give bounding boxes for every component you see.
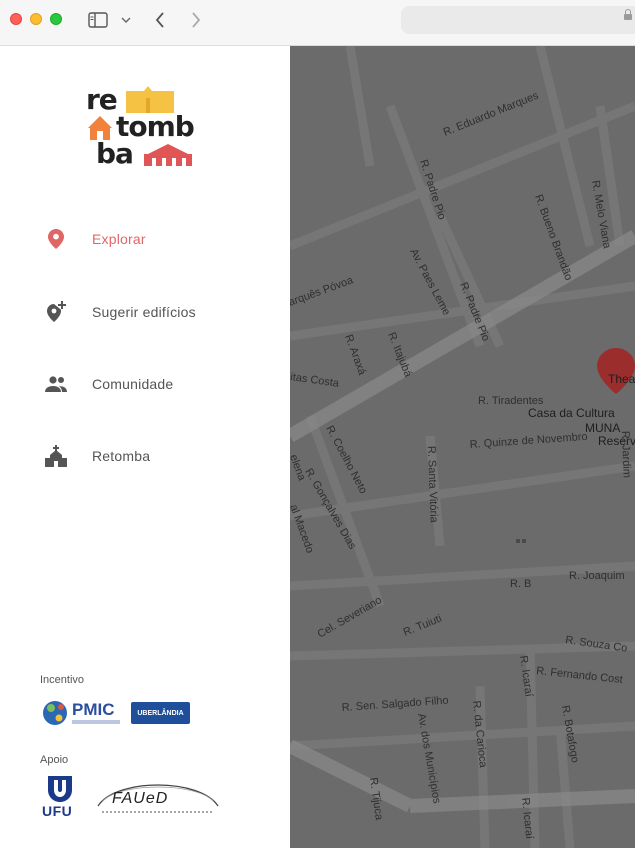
map-pin-icon[interactable] — [597, 348, 635, 394]
map-street-label: R. Santa Vitória — [425, 446, 440, 524]
browser-toolbar — [0, 0, 635, 46]
add-location-icon — [44, 300, 68, 324]
location-pin-icon — [44, 227, 68, 251]
close-window-button[interactable] — [10, 13, 22, 25]
map-canvas[interactable]: R. Eduardo MarquesR. Padre PioR. Bueno B… — [290, 46, 635, 848]
lock-icon — [624, 9, 632, 20]
nav-label-sugerir-edificios: Sugerir edifícios — [92, 304, 196, 320]
nav-item-retomba[interactable]: Retomba — [0, 436, 290, 476]
map-poi-label[interactable]: MUNA — [585, 421, 620, 435]
park-icon — [516, 539, 526, 543]
map-street-label: elena — [290, 453, 308, 483]
map-street-label: R. Fernando Cost — [536, 665, 624, 686]
chevron-down-icon[interactable] — [118, 9, 134, 31]
pmic-logo[interactable]: PMIC — [42, 696, 124, 730]
nav-item-explorar[interactable]: Explorar — [0, 219, 290, 259]
forward-button[interactable] — [186, 9, 206, 31]
ufu-logo[interactable]: UFU — [40, 776, 80, 820]
nav-label-explorar: Explorar — [92, 231, 146, 247]
maximize-window-button[interactable] — [50, 13, 62, 25]
uberlandia-logo[interactable]: UBERLÂNDIA — [131, 702, 190, 724]
retomba-logo[interactable]: re tomb ba — [86, 86, 196, 168]
map-street-label: arquês Póvoa — [290, 274, 356, 309]
map-street-label: R. Sen. Salgado Filho — [341, 695, 449, 714]
sidebar: re tomb ba Explorar Sugerir edifícios Co… — [0, 46, 290, 848]
map-street-label: Av. dos Municípios — [415, 712, 443, 804]
chevron-right-icon — [192, 12, 201, 28]
map-street-label: R. Joaquim — [569, 570, 625, 582]
apoio-label: Apoio — [40, 754, 69, 766]
nav-label-retomba: Retomba — [92, 448, 151, 464]
map-street-label: R. Tijuca — [367, 777, 385, 822]
map-street-label: R. Quinze de Novembro — [469, 431, 588, 451]
faued-logo[interactable]: FAUeD — [96, 776, 220, 816]
map-street-label: R. Tuiuti — [402, 613, 444, 639]
map-street-label: R. B — [510, 578, 531, 590]
uberlandia-text: UBERLÂNDIA — [137, 709, 184, 717]
church-icon — [44, 444, 68, 468]
incentivo-label: Incentivo — [40, 674, 85, 686]
ufu-text: UFU — [42, 803, 73, 819]
faued-text: FAUeD — [112, 790, 169, 807]
sidebar-icon[interactable] — [86, 9, 110, 31]
minimize-window-button[interactable] — [30, 13, 42, 25]
map-street-label: R. Bueno Brandão — [532, 193, 574, 282]
map-street-label: itas Costa — [290, 371, 341, 390]
nav-label-comunidade: Comunidade — [92, 376, 174, 392]
people-icon — [44, 372, 68, 396]
map-poi-label[interactable]: Thea — [608, 372, 635, 386]
logo-text-line1: re — [86, 83, 118, 116]
map-poi-label[interactable]: Casa da Cultura — [528, 406, 615, 420]
nav-item-sugerir-edificios[interactable]: Sugerir edifícios — [0, 292, 290, 332]
pmic-text: PMIC — [72, 700, 115, 719]
map-street-label: Cel. Severiano — [316, 594, 384, 640]
map-street-label: R. Araxá — [342, 333, 368, 378]
back-button[interactable] — [150, 9, 170, 31]
map-view[interactable]: R. Eduardo Marques R. Padre Pio R. Bueno B… — [290, 46, 635, 848]
address-bar[interactable] — [401, 6, 635, 34]
map-street-label: R. Eduardo Marques — [442, 89, 541, 138]
logo-text-line3: ba — [96, 137, 134, 170]
map-poi-label[interactable]: Reserv — [598, 434, 635, 448]
chevron-left-icon — [155, 12, 164, 28]
nav-item-comunidade[interactable]: Comunidade — [0, 364, 290, 404]
pmic-subtext — [72, 720, 120, 724]
